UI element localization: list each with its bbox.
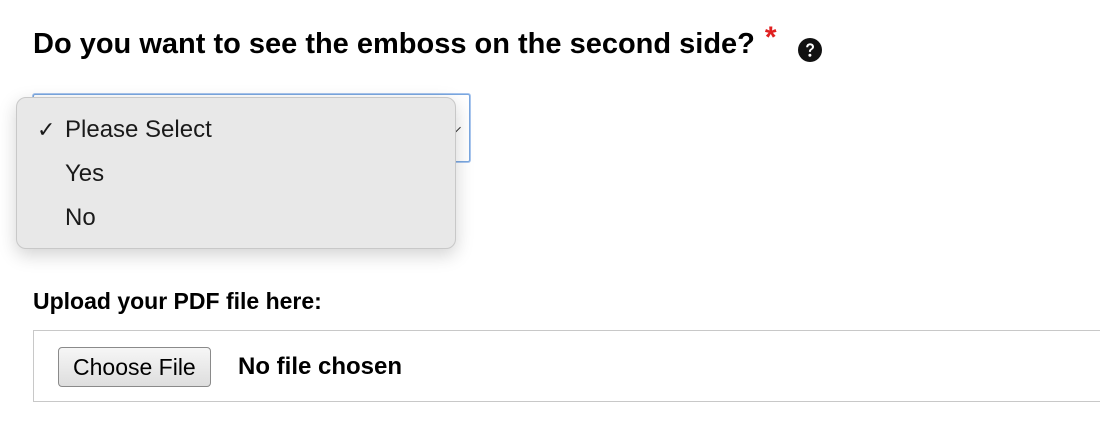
form-page: Do you want to see the emboss on the sec…: [0, 0, 1100, 432]
upload-label: Upload your PDF file here:: [33, 288, 322, 314]
checkmark-icon: ✓: [37, 117, 56, 142]
question-text: Do you want to see the emboss on the sec…: [33, 28, 755, 60]
required-indicator: *: [764, 21, 777, 54]
option-label: Yes: [65, 160, 105, 187]
option-please-select[interactable]: ✓ Please Select: [17, 108, 455, 152]
question-circle-icon[interactable]: [797, 32, 823, 62]
choose-file-button[interactable]: Choose File: [58, 347, 211, 387]
option-yes[interactable]: Yes: [17, 152, 455, 196]
option-label: Please Select: [65, 116, 212, 143]
file-upload-field[interactable]: Choose File No file chosen: [33, 330, 1100, 402]
option-label: No: [65, 204, 96, 231]
file-status-text: No file chosen: [238, 353, 403, 380]
emboss-select-dropdown[interactable]: ✓ Please Select Yes No: [16, 97, 456, 249]
option-no[interactable]: No: [17, 196, 455, 240]
question-heading: Do you want to see the emboss on the sec…: [33, 22, 823, 66]
